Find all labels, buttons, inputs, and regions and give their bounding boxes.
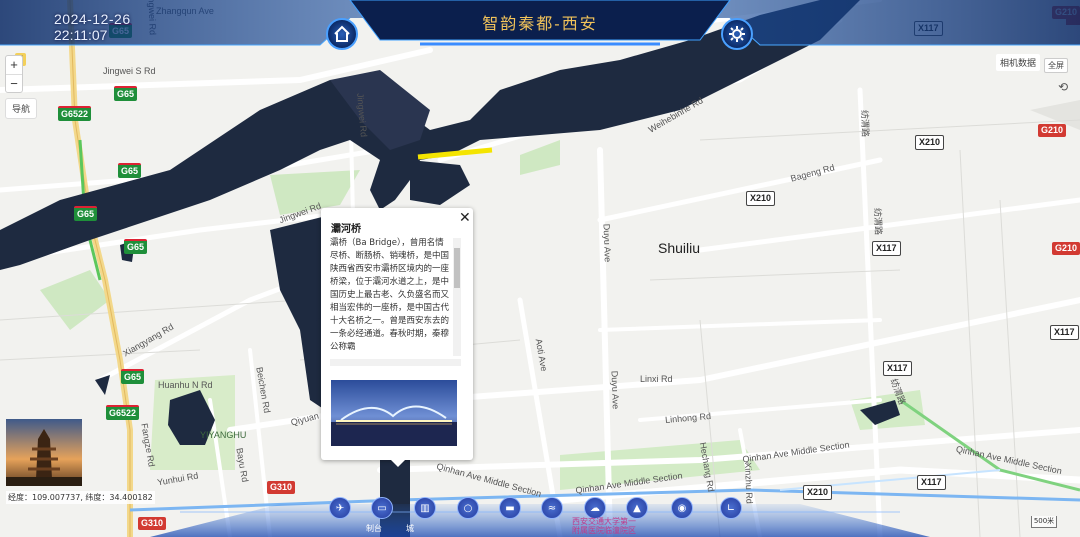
mountain-icon: ▲ [633, 502, 641, 514]
highway-shield: G6522 [106, 405, 140, 420]
road-label: 纺渭路 [872, 207, 884, 236]
fish-tool-button[interactable]: ◉ [671, 497, 693, 519]
road-shield: X117 [1050, 325, 1079, 340]
highway-shield: G65 [114, 86, 138, 101]
navigation-button[interactable]: 导航 [5, 98, 38, 119]
compass-icon[interactable]: ⟲ [1054, 80, 1072, 98]
road-shield: X117 [914, 21, 943, 36]
road-shield: X117 [917, 475, 946, 490]
building-tool-button[interactable]: ▥ [414, 497, 436, 519]
popup-title: 灞河桥 [331, 224, 361, 235]
chart-tool-button[interactable]: ∟ [720, 497, 742, 519]
car-icon: ▬ [505, 502, 515, 514]
toolbar-label: 制台 [366, 524, 382, 533]
mountain-tool-button[interactable]: ▲ [626, 497, 648, 519]
road-label: Jingwei S Rd [103, 66, 156, 76]
close-icon[interactable]: ✕ [459, 210, 471, 226]
scenic-thumbnail[interactable] [6, 419, 82, 486]
road-shield: X117 [883, 361, 912, 376]
popup-description: 灞桥（Ba Bridge），曾用名情尽桥、断肠桥、销魂桥，是中国陕西省西安市灞桥… [330, 238, 450, 352]
camera-data-button[interactable]: 相机数据 [996, 54, 1041, 71]
zoom-out-button[interactable]: − [6, 74, 22, 92]
hospital-label: 西安交通大学第一附属医院临潼院区 [572, 517, 636, 535]
road-label: Jingwei Rd [146, 0, 158, 36]
scrollbar-thumb[interactable] [454, 248, 460, 288]
national-road-shield: G210 [1052, 6, 1080, 19]
building-icon: ▥ [420, 502, 430, 514]
settings-button[interactable] [721, 18, 753, 50]
national-road-shield: G310 [267, 481, 296, 494]
zoom-control: + − [5, 55, 23, 93]
highway-shield: G65 [109, 23, 133, 38]
road-label: Linxi Rd [640, 374, 673, 384]
map-tool-button[interactable]: ✈ [329, 497, 351, 519]
national-road-shield: G210 [1052, 242, 1080, 255]
zoom-in-button[interactable]: + [6, 56, 22, 74]
highway-shield: G65 [121, 369, 145, 384]
search-icon: ○ [463, 502, 473, 514]
highway-shield: G65 [74, 206, 98, 221]
monitor-icon: ▭ [377, 502, 387, 514]
road-label: YIYANGHU [200, 430, 247, 440]
bottom-toolbar [150, 504, 930, 537]
search-tool-button[interactable]: ○ [457, 497, 479, 519]
home-icon [334, 25, 350, 42]
national-road-shield: G210 [1038, 124, 1067, 137]
road-label: 纺渭路 [859, 109, 871, 138]
weather-icon: ☁ [590, 502, 600, 514]
monitor-tool-button[interactable]: ▭ [371, 497, 393, 519]
road-label: Duyu Ave [609, 370, 621, 410]
road-label: Zhangqun Ave [156, 6, 214, 16]
road-shield: X210 [915, 135, 945, 150]
bridge-photo [331, 380, 457, 446]
info-popup: 灞河桥 ✕ 灞桥（Ba Bridge），曾用名情尽桥、断肠桥、销魂桥，是中国陕西… [321, 208, 473, 467]
map-canvas[interactable] [0, 0, 1080, 537]
fish-icon: ◉ [677, 502, 687, 514]
home-button[interactable] [326, 18, 358, 50]
fullscreen-button[interactable]: 全屏 [1044, 58, 1068, 73]
weather-tool-button[interactable]: ☁ [584, 497, 606, 519]
place-label-shuiliu: Shuiliu [658, 240, 701, 256]
road-shield: X210 [746, 191, 776, 206]
popup-horizontal-scrollbar[interactable] [330, 359, 461, 366]
road-shield: X117 [872, 241, 901, 256]
car-tool-button[interactable]: ▬ [499, 497, 521, 519]
popup-scrollbar[interactable] [453, 238, 461, 356]
toolbar-label: 城 [406, 524, 414, 533]
road-label: Huanhu N Rd [158, 380, 213, 390]
gear-icon [729, 26, 745, 42]
boat-tool-button[interactable]: ≈ [541, 497, 563, 519]
highway-shield: G6522 [58, 106, 92, 121]
map-icon: ✈ [335, 502, 345, 514]
highway-shield: G65 [118, 163, 142, 178]
boat-icon: ≈ [547, 502, 557, 514]
road-label: Duyu Ave [601, 223, 613, 263]
highway-shield: G65 [124, 239, 148, 254]
chart-icon: ∟ [726, 502, 736, 514]
